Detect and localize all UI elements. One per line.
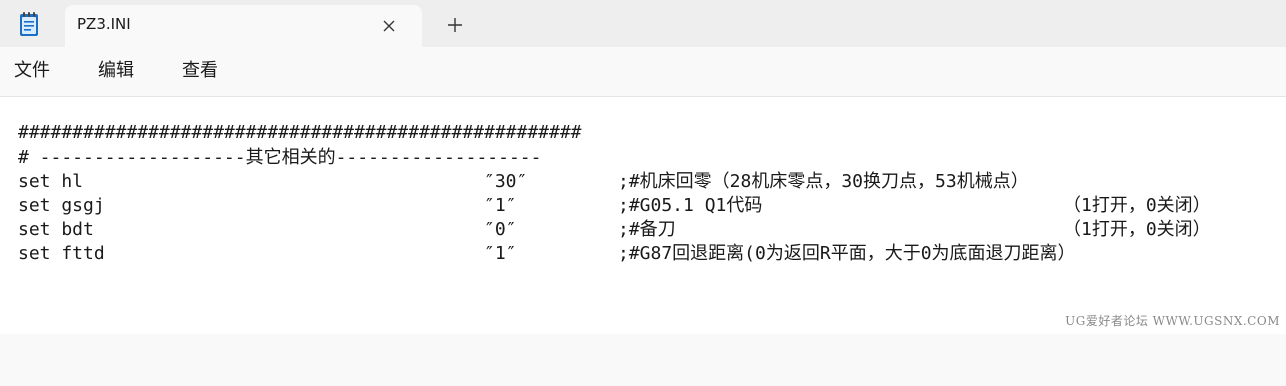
setting-value: ″1″ [484,195,517,216]
close-icon [383,20,395,32]
setting-line: set bdt ″0″ ;#备刀 （1打开，0关闭） [18,218,1268,242]
setting-value: ″0″ [484,219,517,240]
setting-key: set fttd [18,243,105,264]
text-editor[interactable]: ########################################… [0,97,1286,334]
tab-title: PZ3.INI [77,15,131,33]
setting-extra: （1打开，0关闭） [1063,219,1211,240]
setting-key: set gsgj [18,195,105,216]
setting-value: ″30″ [484,171,528,192]
setting-line: set gsgj ″1″ ;#G05.1 Q1代码 （1打开，0关闭） [18,194,1268,218]
setting-comment: ;#G05.1 Q1代码 [618,195,763,216]
hash-line: ########################################… [18,122,582,143]
menu-edit[interactable]: 编辑 [98,59,134,83]
setting-line: set hl ″30″ ;#机床回零（28机床零点，30换刀点，53机械点） [18,170,1268,194]
menu-view[interactable]: 查看 [182,59,218,83]
menu-file[interactable]: 文件 [14,59,50,83]
title-bar: PZ3.INI [0,0,1286,47]
setting-key: set bdt [18,219,94,240]
section-line: # -------------------其它相关的--------------… [18,147,542,168]
setting-extra: （1打开，0关闭） [1063,195,1211,216]
menu-bar: 文件 编辑 查看 [0,47,1286,97]
setting-comment: ;#机床回零（28机床零点，30换刀点，53机械点） [618,171,1029,192]
notepad-icon [18,11,40,37]
tab-close-button[interactable] [376,13,402,39]
setting-line: set fttd ″1″ ;#G87回退距离(0为返回R平面，大于0为底面退刀距… [18,242,1268,266]
setting-comment: ;#G87回退距离(0为返回R平面，大于0为底面退刀距离） [618,243,1076,264]
plus-icon [448,18,462,32]
watermark: UG爱好者论坛 WWW.UGSNX.COM [1065,314,1280,328]
new-tab-button[interactable] [440,11,470,39]
setting-value: ″1″ [484,243,517,264]
tab-pz3-ini[interactable]: PZ3.INI [65,5,422,47]
setting-comment: ;#备刀 [618,219,676,240]
setting-key: set hl [18,171,84,192]
